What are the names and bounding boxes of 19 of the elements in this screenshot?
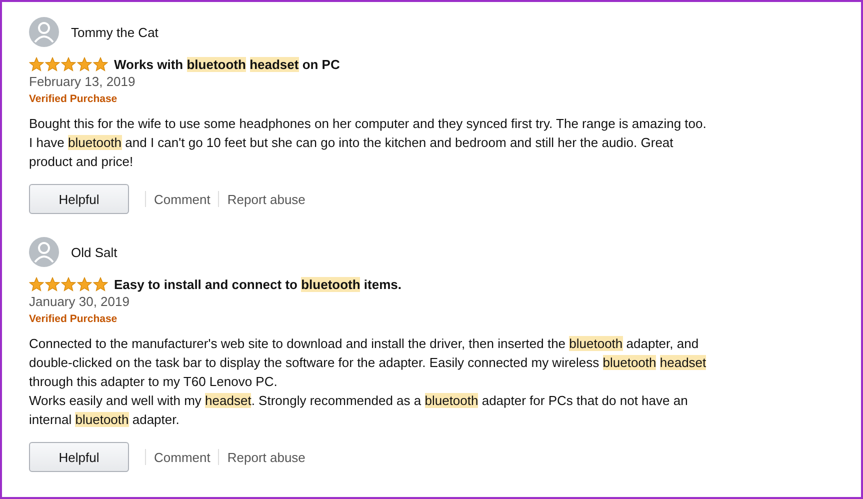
report-abuse-link[interactable]: Report abuse (219, 450, 314, 464)
verified-purchase-label: Verified Purchase (29, 93, 118, 105)
review-text: Bought this for the wife to use some headphones on her computer and they synced first try. The range is amazing too. I have bluetooth and I can't go 10 feet but she can go into the kitchen and bedroom and still her the audio. Great product and price! (29, 115, 708, 171)
reviewer-name: Tommy the Cat (71, 24, 158, 40)
helpful-button[interactable]: Helpful (29, 184, 129, 214)
helpful-button[interactable]: Helpful (29, 442, 129, 472)
report-abuse-link[interactable]: Report abuse (219, 192, 314, 206)
avatar-icon (29, 237, 59, 267)
review-text: Connected to the manufacturer's web site to download and install the driver, then inserted the bluetooth adapter, and double-clicked on the task bar to display the software for the adapter. Easily connected my wireless bluetooth headset through this adapter to my T60 Lenovo PC. (29, 335, 708, 391)
review-date: February 13, 2019 (29, 74, 136, 89)
comment-link[interactable]: Comment (146, 450, 218, 464)
review-text: Works easily and well with my headset. Strongly recommended as a bluetooth adapter for PCs that do not have an internal bluetooth adapter. (29, 392, 689, 429)
avatar-icon (29, 17, 59, 47)
verified-purchase-label: Verified Purchase (29, 313, 118, 325)
comment-link[interactable]: Comment (146, 192, 218, 206)
review-date: January 30, 2019 (29, 294, 130, 309)
review-title[interactable]: Easy to install and connect to bluetooth items. (114, 277, 402, 292)
review-title[interactable]: Works with bluetooth headset on PC (114, 57, 340, 72)
reviewer-name: Old Salt (71, 244, 118, 260)
